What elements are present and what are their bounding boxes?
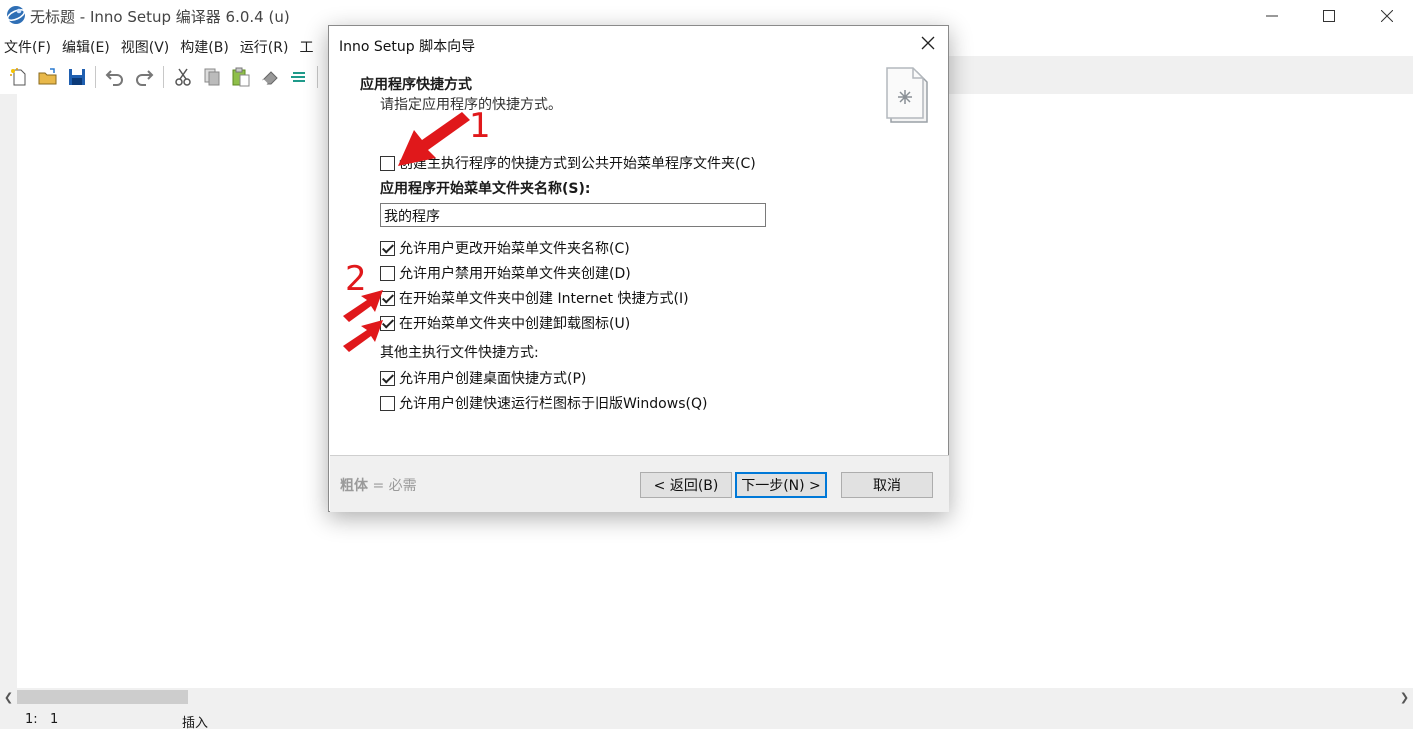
dialog-footer: 粗体 = 必需 < 返回(B) 下一步(N) > 取消 <box>330 456 949 512</box>
menu-view[interactable]: 视图(V) <box>117 33 177 59</box>
status-column: 1 <box>50 712 59 727</box>
status-line: 1: <box>25 712 38 727</box>
minimize-icon <box>1266 15 1278 16</box>
folder-name-label: 应用程序开始菜单文件夹名称(S): <box>380 181 591 197</box>
toolbar-separator <box>163 66 164 88</box>
scroll-right-icon[interactable]: ❯ <box>1396 688 1413 706</box>
toolbar-separator <box>95 66 96 88</box>
annotation-arrow-1 <box>398 112 470 166</box>
allow-disable-folder-label: 允许用户禁用开始菜单文件夹创建(D) <box>399 266 631 282</box>
window-title: 无标题 - Inno Setup 编译器 6.0.4 (u) <box>30 8 290 26</box>
quick-launch-checkbox[interactable] <box>380 395 395 411</box>
internet-shortcut-label: 在开始菜单文件夹中创建 Internet 快捷方式(I) <box>399 291 689 307</box>
toolbar-separator <box>317 66 318 88</box>
inno-setup-app-icon <box>6 6 26 24</box>
maximize-icon <box>1323 9 1335 22</box>
save-icon[interactable] <box>67 67 87 87</box>
quick-launch-label: 允许用户创建快速运行栏图标于旧版Windows(Q) <box>399 396 708 412</box>
uninstall-icon-option[interactable]: 在开始菜单文件夹中创建卸载图标(U) <box>380 312 630 334</box>
close-button[interactable] <box>1358 0 1413 31</box>
allow-change-folder-checkbox[interactable] <box>380 240 395 256</box>
required-note: 粗体 = 必需 <box>340 475 417 495</box>
page-heading: 应用程序快捷方式 <box>360 77 472 93</box>
uninstall-icon-label: 在开始菜单文件夹中创建卸载图标(U) <box>399 316 631 332</box>
folder-name-input[interactable]: 我的程序 <box>380 203 766 227</box>
back-button[interactable]: < 返回(B) <box>640 472 732 498</box>
desktop-shortcut-checkbox[interactable] <box>380 370 395 386</box>
editor-gutter <box>0 94 17 688</box>
status-bar: 1: 1 插入 <box>0 706 1413 731</box>
allow-change-folder-label: 允许用户更改开始菜单文件夹名称(C) <box>399 241 630 257</box>
open-folder-icon[interactable] <box>38 67 58 87</box>
maximize-button[interactable] <box>1300 0 1358 31</box>
other-shortcuts-label: 其他主执行文件快捷方式: <box>380 345 539 361</box>
horizontal-scrollbar[interactable] <box>0 688 1413 706</box>
menu-build[interactable]: 构建(B) <box>176 33 236 59</box>
allow-change-folder-option[interactable]: 允许用户更改开始菜单文件夹名称(C) <box>380 237 630 259</box>
required-note-bold: 粗体 <box>340 478 368 494</box>
menu-tools[interactable]: 工 <box>295 33 320 59</box>
cancel-button[interactable]: 取消 <box>841 472 933 498</box>
required-note-text: = 必需 <box>372 478 417 494</box>
status-insert-mode: 插入 <box>182 716 209 731</box>
desktop-shortcut-option[interactable]: 允许用户创建桌面快捷方式(P) <box>380 367 586 389</box>
compile-icon[interactable] <box>289 67 309 87</box>
wizard-document-icon <box>886 67 928 123</box>
internet-shortcut-option[interactable]: 在开始菜单文件夹中创建 Internet 快捷方式(I) <box>380 287 689 309</box>
dialog-title: Inno Setup 脚本向导 <box>339 39 476 55</box>
new-file-icon[interactable] <box>9 67 29 87</box>
quick-launch-option[interactable]: 允许用户创建快速运行栏图标于旧版Windows(Q) <box>380 392 707 414</box>
cut-icon[interactable] <box>173 67 193 87</box>
dialog-close-icon[interactable] <box>919 34 937 52</box>
toolbar-background <box>948 56 1413 94</box>
script-wizard-dialog: Inno Setup 脚本向导 应用程序快捷方式 请指定应用程序的快捷方式。 创… <box>328 25 949 512</box>
copy-icon[interactable] <box>202 67 222 87</box>
menu-run[interactable]: 运行(R) <box>236 33 296 59</box>
allow-disable-folder-option[interactable]: 允许用户禁用开始菜单文件夹创建(D) <box>380 262 631 284</box>
allow-disable-folder-checkbox[interactable] <box>380 265 395 281</box>
next-button[interactable]: 下一步(N) > <box>735 472 827 498</box>
close-icon <box>1381 9 1393 22</box>
redo-icon[interactable] <box>134 67 154 87</box>
scrollbar-thumb[interactable] <box>17 690 188 704</box>
minimize-button[interactable] <box>1243 0 1301 31</box>
undo-icon[interactable] <box>105 67 125 87</box>
scroll-left-icon[interactable]: ❮ <box>0 688 17 706</box>
desktop-shortcut-label: 允许用户创建桌面快捷方式(P) <box>399 371 587 387</box>
menu-bar: 文件(F) 编辑(E) 视图(V) 构建(B) 运行(R) 工 <box>0 33 330 59</box>
annotation-arrow-2a <box>343 290 383 322</box>
menu-file[interactable]: 文件(F) <box>0 33 58 59</box>
menu-edit[interactable]: 编辑(E) <box>58 33 117 59</box>
paste-icon[interactable] <box>231 67 251 87</box>
eraser-icon[interactable] <box>260 67 280 87</box>
annotation-arrow-2b <box>343 320 383 352</box>
